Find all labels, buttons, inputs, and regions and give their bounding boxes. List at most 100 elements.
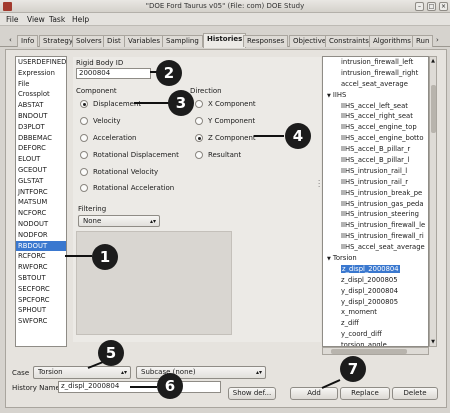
close-icon[interactable]: × [439,2,448,11]
tree-scroll-thumb[interactable] [431,85,436,133]
history-type-item[interactable]: ABSTAT [16,100,66,111]
tree-item[interactable]: IIHS_intrusion_firewall_le [323,220,428,231]
history-type-item[interactable]: ELOUT [16,154,66,165]
tree-item[interactable]: z_diff [323,318,428,329]
tree-group[interactable]: ▼ IIHS [323,90,428,101]
history-type-item[interactable]: NODFOR [16,230,66,241]
triangle-down-icon[interactable]: ▼ [327,93,331,99]
history-type-item[interactable]: JNTFORC [16,187,66,198]
tree-horizontal-scrollbar[interactable] [322,347,429,355]
tree-item[interactable]: z_displ_2000804 [323,264,428,275]
splitter-handle-icon[interactable]: · · · [318,178,321,191]
scroll-down-icon[interactable]: ▼ [430,339,436,345]
tab-responses[interactable]: Responses [243,35,289,47]
history-type-item[interactable]: MATSUM [16,197,66,208]
history-type-item[interactable]: DBBEMAC [16,133,66,144]
history-type-item[interactable]: RBDOUT [16,240,66,252]
tree-item[interactable]: intrusion_firewall_left [323,57,428,68]
case-select[interactable]: Torsion ▴▾ [33,366,131,379]
direction-radio-z[interactable] [195,134,203,142]
history-type-item[interactable]: SWFORC [16,316,66,327]
tree-item[interactable]: z_displ_2000805 [323,275,428,286]
tab-scroll-left-icon[interactable]: ‹ [9,36,12,44]
tree-item[interactable]: IIHS_intrusion_break_pe [323,188,428,199]
tree-item[interactable]: torsion_angle [323,340,428,346]
direction-radio-resultant[interactable] [195,151,203,159]
menu-help[interactable]: Help [72,15,89,24]
delete-button[interactable]: Delete [392,387,438,400]
tree-item[interactable]: y_coord_diff [323,329,428,340]
component-radio-rotational-acceleration[interactable] [80,184,88,192]
tree-item[interactable]: IIHS_accel_engine_top [323,122,428,133]
history-type-item[interactable]: NCFORC [16,208,66,219]
tree-item[interactable]: x_moment [323,307,428,318]
direction-radio-x[interactable] [195,100,203,108]
tree-item[interactable]: IIHS_accel_engine_botto [323,133,428,144]
history-tree[interactable]: intrusion_firewall_left intrusion_firewal… [322,56,429,347]
component-radio-acceleration[interactable] [80,134,88,142]
scroll-up-icon[interactable]: ▲ [430,58,436,64]
add-button[interactable]: Add [290,387,338,400]
tree-item[interactable]: IIHS_accel_B_pillar_r [323,144,428,155]
direction-radio-y[interactable] [195,117,203,125]
tab-solvers[interactable]: Solvers [72,35,106,47]
tree-item[interactable]: IIHS_accel_right_seat [323,111,428,122]
history-type-item[interactable]: D3PLOT [16,122,66,133]
history-type-item[interactable]: Expression [16,68,66,79]
replace-button[interactable]: Replace [340,387,390,400]
history-type-item[interactable]: USERDEFINED [16,57,66,68]
history-type-item[interactable]: RWFORC [16,262,66,273]
history-type-item[interactable]: File [16,79,66,90]
tree-item[interactable]: IIHS_intrusion_firewall_ri [323,231,428,242]
tree-item[interactable]: IIHS_accel_seat_average [323,242,428,253]
component-radio-rotational-velocity[interactable] [80,168,88,176]
history-type-item[interactable]: Crossplot [16,89,66,100]
history-type-item[interactable]: GCEOUT [16,165,66,176]
subcase-select[interactable]: Subcase (none) ▴▾ [136,366,266,379]
maximize-icon[interactable]: □ [427,2,436,11]
component-radio-displacement[interactable] [80,100,88,108]
menu-view[interactable]: View [27,15,45,24]
history-type-item[interactable]: SBTOUT [16,273,66,284]
tab-algorithms[interactable]: Algorithms [369,35,415,47]
tree-vertical-scrollbar[interactable]: ▲ ▼ [429,56,437,347]
tab-run[interactable]: Run [412,35,434,47]
tab-dist[interactable]: Dist [103,35,125,47]
tab-variables[interactable]: Variables [124,35,164,47]
tree-group[interactable]: ▼ Torsion [323,253,428,264]
history-type-item[interactable]: SPCFORC [16,295,66,306]
menu-file[interactable]: File [6,15,19,24]
history-name-input[interactable]: z_displ_2000804 [58,381,221,393]
history-type-item[interactable]: SECFORC [16,284,66,295]
tree-item[interactable]: intrusion_firewall_right [323,68,428,79]
tab-sampling[interactable]: Sampling [162,35,203,47]
history-type-list[interactable]: USERDEFINED Expression File Crossplot ABSTAT… [15,56,67,347]
component-radio-rotational-displacement[interactable] [80,151,88,159]
component-radio-velocity[interactable] [80,117,88,125]
history-type-item[interactable]: NODOUT [16,219,66,230]
show-def-button[interactable]: Show def... [228,387,276,400]
history-type-item[interactable]: SPHOUT [16,305,66,316]
history-type-item[interactable]: RCFORC [16,251,66,262]
tree-item[interactable]: IIHS_accel_left_seat [323,101,428,112]
tree-item[interactable]: accel_seat_average [323,79,428,90]
tab-constraints[interactable]: Constraints [325,35,373,47]
history-type-item[interactable]: DEFORC [16,143,66,154]
tree-item[interactable]: IIHS_accel_B_pillar_l [323,155,428,166]
tree-item[interactable]: y_displ_2000804 [323,286,428,297]
minimize-icon[interactable]: – [415,2,424,11]
tree-item[interactable]: y_displ_2000805 [323,297,428,308]
tree-item[interactable]: IIHS_intrusion_rail_l [323,166,428,177]
history-type-item[interactable]: GLSTAT [16,176,66,187]
rigid-body-id-input[interactable]: 2000804 [76,68,151,79]
history-type-item[interactable]: BNDOUT [16,111,66,122]
tree-hscroll-thumb[interactable] [331,349,407,354]
tree-item[interactable]: IIHS_intrusion_gas_peda [323,199,428,210]
menu-task[interactable]: Task [49,15,65,24]
triangle-down-icon[interactable]: ▼ [327,256,331,262]
tab-histories[interactable]: Histories [203,33,247,48]
filtering-select[interactable]: None ▴▾ [78,215,160,227]
tab-info[interactable]: Info [17,35,39,47]
tree-item[interactable]: IIHS_intrusion_steering [323,209,428,220]
tree-item[interactable]: IIHS_intrusion_rail_r [323,177,428,188]
